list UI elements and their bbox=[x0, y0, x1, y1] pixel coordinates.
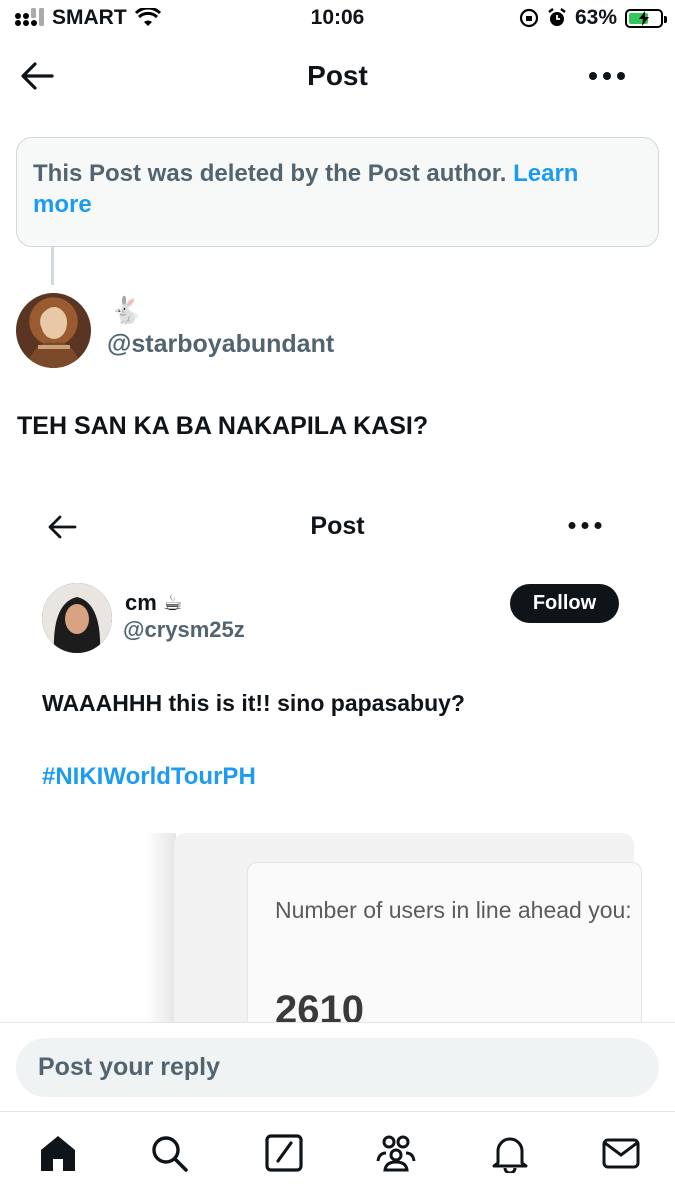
page-title: Post bbox=[307, 60, 368, 91]
embedded-post-text: WAAAHHH this is it!! sino papasabuy? bbox=[42, 690, 465, 716]
compose-icon[interactable] bbox=[264, 1133, 304, 1173]
bottom-nav bbox=[0, 1112, 675, 1200]
queue-label: Number of users in line ahead you: bbox=[275, 897, 632, 923]
embedded-handle: @crysm25z bbox=[123, 617, 245, 642]
communities-icon[interactable] bbox=[376, 1133, 416, 1173]
avatar[interactable] bbox=[16, 293, 91, 368]
notifications-icon[interactable] bbox=[490, 1133, 530, 1173]
embedded-follow-button: Follow bbox=[510, 584, 619, 623]
display-name-emoji: 🐇 bbox=[110, 295, 143, 325]
messages-icon[interactable] bbox=[601, 1133, 641, 1173]
top-header: Post bbox=[0, 50, 675, 102]
status-right: 63% bbox=[519, 6, 667, 30]
embedded-display-name: cm ☕ bbox=[125, 590, 183, 615]
embedded-media-shadow bbox=[146, 833, 176, 1033]
charging-bolt-icon bbox=[639, 10, 649, 26]
embedded-avatar bbox=[42, 583, 112, 653]
status-bar: SMART 10:06 63% bbox=[0, 0, 675, 38]
deleted-notice-text: This Post was deleted by the Post author… bbox=[33, 160, 507, 187]
battery-percent: 63% bbox=[574, 6, 617, 29]
battery-icon bbox=[625, 8, 667, 28]
home-icon[interactable] bbox=[38, 1133, 78, 1173]
orientation-lock-icon bbox=[519, 8, 539, 28]
more-icon[interactable] bbox=[588, 71, 626, 81]
embedded-hashtag: #NIKIWorldTourPH bbox=[42, 763, 256, 790]
reply-input[interactable]: Post your reply bbox=[16, 1038, 659, 1097]
post-text: TEH SAN KA BA NAKAPILA KASI? bbox=[17, 412, 429, 440]
thread-line bbox=[51, 247, 54, 285]
embedded-more-icon bbox=[568, 522, 602, 529]
user-handle[interactable]: @starboyabundant bbox=[107, 330, 334, 359]
deleted-post-notice: This Post was deleted by the Post author… bbox=[16, 137, 659, 247]
alarm-icon bbox=[548, 8, 566, 26]
search-icon[interactable] bbox=[149, 1133, 189, 1173]
